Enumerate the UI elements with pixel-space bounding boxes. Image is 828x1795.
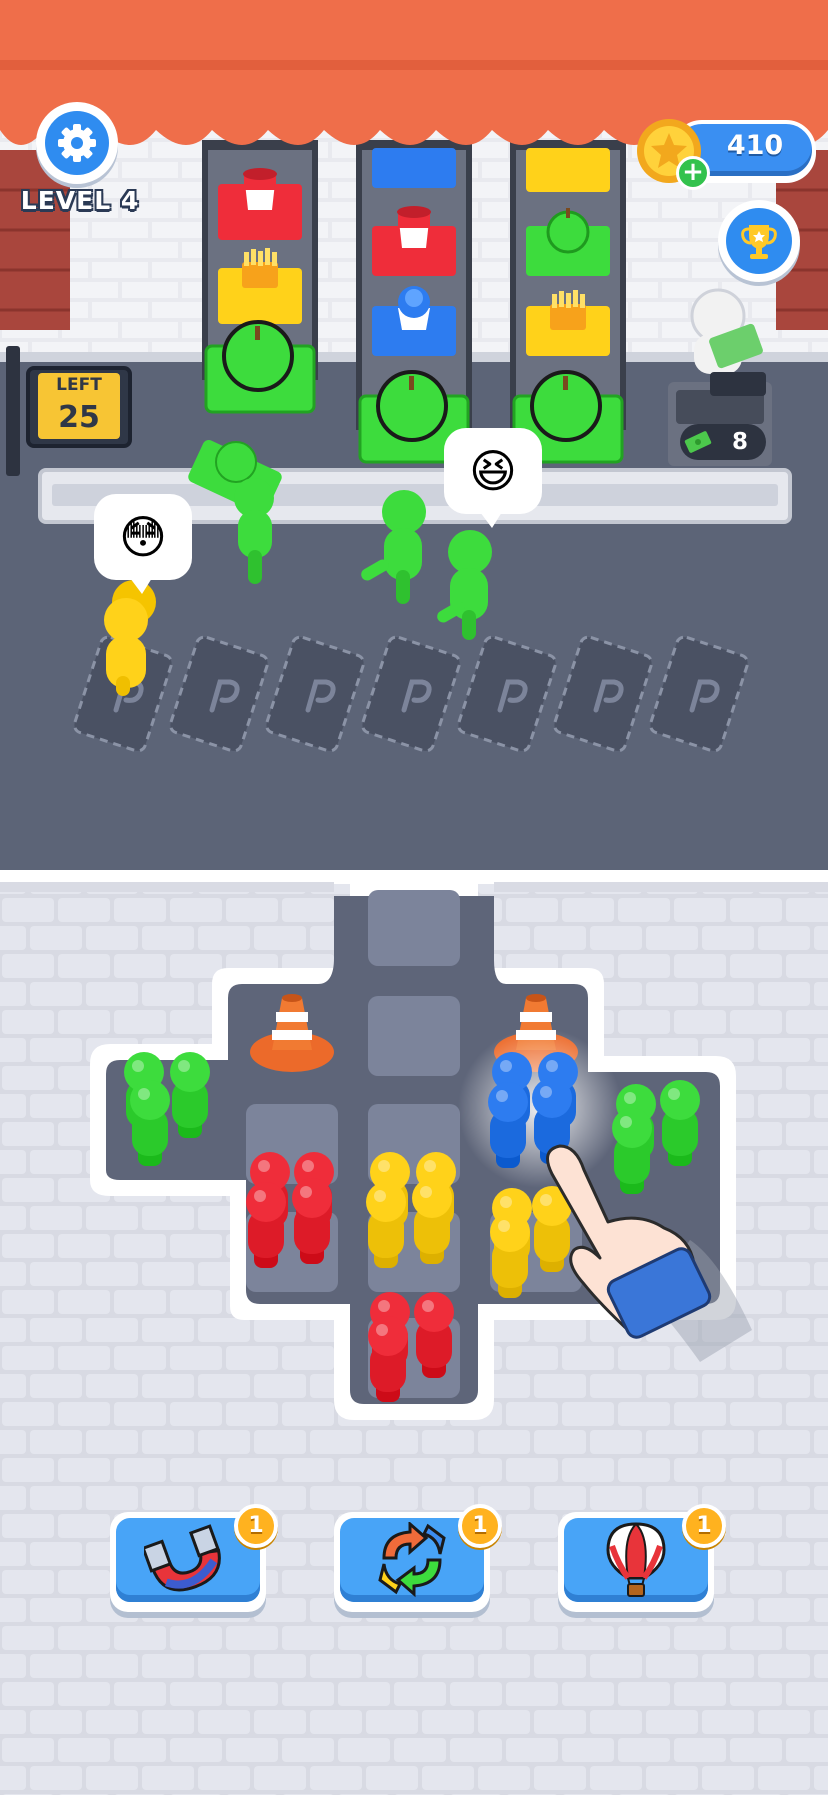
coin-value: 410 xyxy=(726,130,784,161)
magnet-count-badge: 1 xyxy=(234,1504,278,1548)
apple-icon xyxy=(530,370,602,442)
shuffle-icon xyxy=(378,1522,446,1598)
svg-text:😆: 😆 xyxy=(469,444,517,498)
red-cup-icon xyxy=(397,206,431,248)
cupcake-icon xyxy=(398,286,430,330)
magnet-icon xyxy=(144,1524,221,1592)
trophy-button[interactable] xyxy=(718,200,800,282)
red-cup-icon xyxy=(243,168,277,210)
gear-icon xyxy=(45,111,109,175)
settings-button[interactable] xyxy=(36,102,118,184)
cash-icon xyxy=(684,431,712,453)
apple-icon xyxy=(376,370,448,442)
trophy-icon xyxy=(726,208,792,274)
balloon-count-badge: 1 xyxy=(682,1504,726,1548)
add-coins-button[interactable]: + xyxy=(676,156,710,190)
fries-icon xyxy=(550,290,586,330)
game-screen: 😳 😆 LEVEL 4 410 + LEFT 25 8 1 1 1 xyxy=(0,0,828,1795)
left-value: 25 xyxy=(38,397,120,439)
level-label: LEVEL 4 xyxy=(20,186,140,215)
customers-left-sign: LEFT 25 xyxy=(26,366,132,448)
fries-icon xyxy=(242,248,278,288)
apple-icon xyxy=(222,320,294,392)
shuffle-count-badge: 1 xyxy=(458,1504,502,1548)
svg-text:😳: 😳 xyxy=(119,510,167,564)
left-label: LEFT xyxy=(38,373,120,397)
hot-air-balloon-icon xyxy=(606,1522,666,1597)
